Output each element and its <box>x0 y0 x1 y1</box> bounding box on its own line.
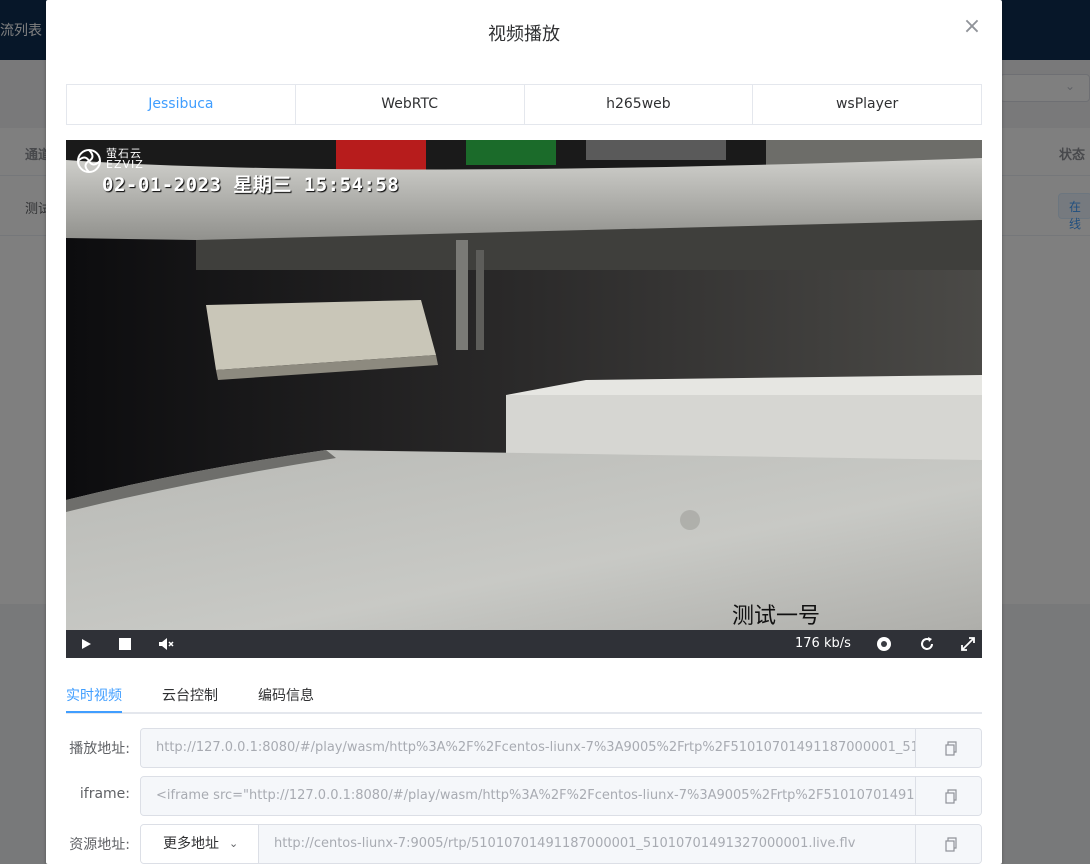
copy-icon <box>945 837 957 852</box>
resource-url-input[interactable]: http://centos-liunx-7:9005/rtp/510107014… <box>259 825 917 863</box>
more-addresses-label: 更多地址 <box>163 836 219 852</box>
stop-icon[interactable] <box>115 634 135 654</box>
tab-codec-info[interactable]: 编码信息 <box>258 685 314 705</box>
tab-ptz-control[interactable]: 云台控制 <box>162 685 218 705</box>
tab-webrtc[interactable]: WebRTC <box>296 85 525 124</box>
tab-h265web[interactable]: h265web <box>525 85 754 124</box>
tab-jessibuca[interactable]: Jessibuca <box>67 85 296 124</box>
play-icon[interactable] <box>76 634 96 654</box>
resource-url-row: 资源地址: 更多地址 ⌄ http://centos-liunx-7:9005/… <box>66 824 982 864</box>
iframe-group: <iframe src="http://127.0.0.1:8080/#/pla… <box>140 776 982 816</box>
osd-timestamp: 02-01-2023 星期三 15:54:58 <box>102 174 400 196</box>
chevron-down-icon: ⌄ <box>229 837 239 850</box>
info-tabs: 实时视频 云台控制 编码信息 <box>66 674 982 714</box>
play-url-group: http://127.0.0.1:8080/#/play/wasm/http%3… <box>140 728 982 768</box>
copy-icon <box>945 741 957 756</box>
video-frame <box>66 140 982 630</box>
osd-channel-name: 测试一号 <box>732 604 821 629</box>
active-tab-indicator <box>66 711 122 713</box>
ezviz-logo-icon <box>77 149 101 173</box>
player-tabs: Jessibuca WebRTC h265web wsPlayer <box>66 84 982 125</box>
logo-line-latin: EZVIZ <box>106 158 144 171</box>
video-control-bar: 176 kb/s <box>66 630 982 658</box>
bitrate-readout: 176 kb/s <box>795 636 851 651</box>
resource-url-group: 更多地址 ⌄ http://centos-liunx-7:9005/rtp/51… <box>140 824 982 864</box>
mute-icon[interactable] <box>156 634 176 654</box>
copy-iframe-button[interactable] <box>915 777 981 815</box>
video-player[interactable]: 萤石云 EZVIZ 02-01-2023 星期三 15:54:58 测试一号 1… <box>66 140 982 658</box>
more-addresses-dropdown[interactable]: 更多地址 ⌄ <box>141 825 259 863</box>
tab-live-video[interactable]: 实时视频 <box>66 685 122 705</box>
close-icon[interactable]: × <box>962 16 982 38</box>
play-url-row: 播放地址: http://127.0.0.1:8080/#/play/wasm/… <box>66 728 982 768</box>
iframe-label: iframe: <box>79 786 130 802</box>
iframe-input[interactable]: <iframe src="http://127.0.0.1:8080/#/pla… <box>141 777 917 815</box>
copy-icon <box>945 789 957 804</box>
ezviz-logo-text: 萤石云 EZVIZ <box>106 148 144 170</box>
play-url-input[interactable]: http://127.0.0.1:8080/#/play/wasm/http%3… <box>141 729 917 767</box>
screenshot-icon[interactable] <box>874 634 894 654</box>
play-url-label: 播放地址: <box>69 741 130 757</box>
fullscreen-icon[interactable] <box>958 634 978 654</box>
tab-wsplayer[interactable]: wsPlayer <box>753 85 981 124</box>
copy-play-url-button[interactable] <box>915 729 981 767</box>
iframe-row: iframe: <iframe src="http://127.0.0.1:80… <box>66 776 982 816</box>
resource-url-label: 资源地址: <box>69 837 130 853</box>
copy-resource-url-button[interactable] <box>915 825 981 863</box>
refresh-icon[interactable] <box>917 634 937 654</box>
video-play-dialog: 视频播放 × Jessibuca WebRTC h265web wsPlayer <box>46 0 1002 864</box>
dialog-title: 视频播放 <box>488 24 560 45</box>
